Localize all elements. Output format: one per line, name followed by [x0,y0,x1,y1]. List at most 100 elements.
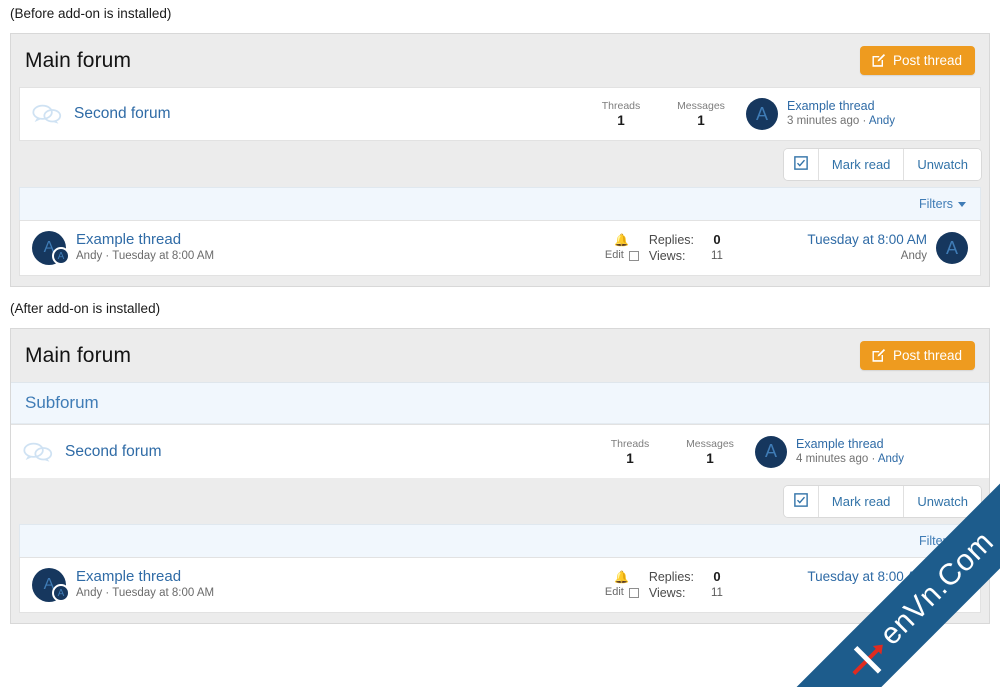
unwatch-button-after[interactable]: Unwatch [903,486,981,517]
thread-title-after[interactable]: Example thread [76,568,214,585]
stat-threads-label-after: Threads [610,437,650,450]
stat-threads-after: Threads 1 [603,437,657,467]
replies-value-after: 0 [713,569,721,584]
filters-label-before: Filters [918,197,953,211]
subforum-header: Subforum [11,382,989,424]
meta-sep: · [868,452,878,465]
caption-before: (Before add-on is installed) [10,6,172,21]
mark-read-button-after[interactable]: Mark read [817,486,904,517]
stat-messages-value-before: 1 [697,113,705,128]
thread-stats-after: 🔔 Edit Replies: Views: 0 11 [605,569,756,601]
avatar[interactable]: A [755,435,787,468]
thread-date-before: Tuesday at 8:00 AM [112,250,215,262]
thread-last-date-before[interactable]: Tuesday at 8:00 AM [807,232,927,248]
views-label-before: Views: [648,249,686,263]
stat-threads-value-after: 1 [626,450,634,466]
meta-sep: · [859,115,869,127]
last-post-meta-before: 3 minutes ago · Andy [787,114,895,129]
mark-read-button-before[interactable]: Mark read [817,149,904,180]
thread-row-after[interactable]: A A Example thread Andy · Tuesday at 8:0… [19,557,981,613]
thread-rv-labels-after: Replies: Views: [649,569,694,601]
last-post-user-after[interactable]: Andy [878,453,904,465]
bell-icon: 🔔 [614,233,630,247]
avatar-stack-after[interactable]: A A [32,567,74,603]
page-title-after: Main forum [25,343,132,367]
filters-button-before[interactable]: Filters [919,197,966,211]
thread-rv-values-after: 0 11 [704,569,730,601]
thread-list-actions-after: Mark read Unwatch [11,478,989,524]
bell-icon: 🔔 [614,570,630,584]
page-title-before: Main forum [25,48,132,72]
thread-title-before[interactable]: Example thread [76,231,214,248]
forum-node-title-after[interactable]: Second forum [61,443,603,461]
thread-author-before[interactable]: Andy [76,250,102,262]
thread-date-after: Tuesday at 8:00 AM [112,587,215,599]
forum-node-stats-before: Threads 1 Messages 1 [594,99,746,129]
forum-node-row-after[interactable]: Second forum Threads 1 Messages 1 A Exam… [11,424,989,478]
checkbox-empty-icon[interactable] [628,250,639,261]
chevron-down-icon [958,538,966,544]
forum-panel-after: Main forum Post thread Subforum Second f… [10,328,990,624]
thread-edit-col-before: 🔔 Edit [605,233,639,263]
panel-header-before: Main forum Post thread [11,34,989,87]
last-post-meta-after: 4 minutes ago · Andy [796,452,904,467]
edit-label-before[interactable]: Edit [605,248,624,263]
unwatch-button-before[interactable]: Unwatch [903,149,981,180]
thread-last-date-after[interactable]: Tuesday at 8:00 AM [807,569,927,585]
thread-meta-before: Andy · Tuesday at 8:00 AM [76,248,214,265]
avatar[interactable]: A [746,98,778,130]
avatar[interactable]: A [936,569,968,601]
filters-label-after: Filters [918,534,953,548]
edit-label-after[interactable]: Edit [605,585,624,600]
last-post-title-after[interactable]: Example thread [796,437,904,452]
subforum-label: Subforum [25,393,99,412]
thread-last-user-before[interactable]: Andy [807,248,927,264]
thread-row-before[interactable]: A A Example thread Andy · Tuesday at 8:0… [19,220,981,276]
last-post-time-before: 3 minutes ago [787,115,860,127]
node-last-post-after: A Example thread 4 minutes ago · Andy [755,435,977,468]
checkbox-empty-icon[interactable] [628,587,639,598]
edit-pencil-square-icon [871,53,886,68]
caption-after: (After add-on is installed) [10,301,161,316]
avatar[interactable]: A [936,232,968,264]
thread-last-post-after: Tuesday at 8:00 AM Andy A [756,569,968,601]
thread-main-before: A A Example thread Andy · Tuesday at 8:0… [32,230,605,266]
stat-threads-value-before: 1 [617,113,625,128]
checkbox-checked-icon [794,493,808,510]
meta-sep: · [102,587,113,599]
filters-button-after[interactable]: Filters [919,534,966,548]
speech-bubbles-icon [23,440,61,464]
replies-label-after: Replies: [648,570,694,584]
replies-label-before: Replies: [648,233,694,247]
thread-author-after[interactable]: Andy [76,587,102,599]
last-post-title-before[interactable]: Example thread [787,99,895,114]
avatar-stack-before[interactable]: A A [32,230,74,266]
forum-panel-before: Main forum Post thread Second forum Thre… [10,33,990,287]
avatar-badge: A [52,584,70,602]
thread-rv-values-before: 0 11 [704,232,730,264]
speech-bubbles-icon [32,102,70,126]
stat-threads-label-before: Threads [601,100,641,112]
checkbox-checked-icon [794,156,808,173]
chevron-down-icon [958,201,966,207]
last-post-user-before[interactable]: Andy [869,115,895,127]
meta-sep: · [102,250,113,262]
thread-list-actions-before: Mark read Unwatch [11,141,989,187]
filters-bar-before: Filters [19,187,981,220]
post-thread-label-after: Post thread [892,348,962,363]
select-all-button-before[interactable] [783,149,818,180]
thread-last-user-after[interactable]: Andy [807,585,927,601]
forum-node-title-before[interactable]: Second forum [70,105,594,123]
forum-node-stats-after: Threads 1 Messages 1 [603,437,755,467]
stat-threads-before: Threads 1 [594,99,648,129]
thread-main-after: A A Example thread Andy · Tuesday at 8:0… [32,567,605,603]
screenshot-root: (Before add-on is installed) Main forum … [0,0,1000,687]
forum-node-row-before[interactable]: Second forum Threads 1 Messages 1 A Exam… [19,87,981,141]
x-arrow-logo-icon [840,632,894,686]
edit-pencil-square-icon [871,348,886,363]
thread-last-post-before: Tuesday at 8:00 AM Andy A [756,232,968,264]
select-all-button-after[interactable] [783,486,818,517]
last-post-time-after: 4 minutes ago [796,452,869,465]
post-thread-button-after[interactable]: Post thread [859,341,975,370]
post-thread-button-before[interactable]: Post thread [859,46,975,75]
